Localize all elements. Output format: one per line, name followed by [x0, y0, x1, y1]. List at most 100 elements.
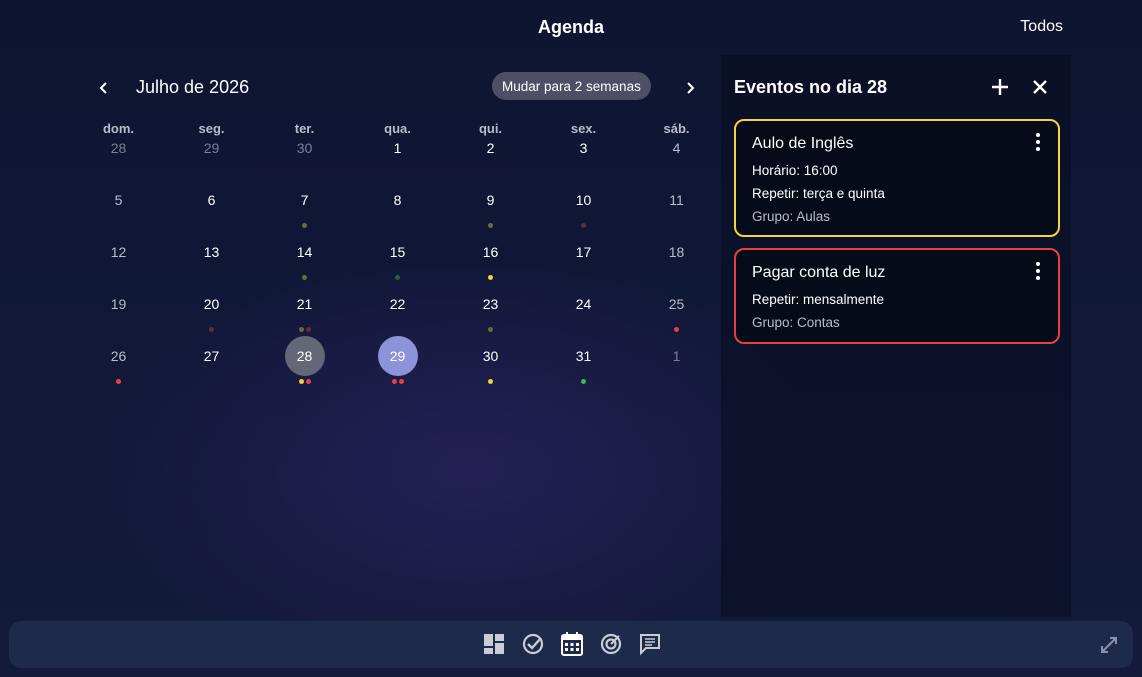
day-button[interactable]: 24 [537, 296, 630, 337]
event-detail: Repetir: mensalmente [752, 292, 885, 307]
day-button[interactable]: 19 [72, 296, 165, 337]
day-cell[interactable]: 28 [258, 336, 351, 401]
event-indicator [444, 223, 537, 228]
event-dot [488, 327, 493, 332]
event-dot [488, 275, 493, 280]
day-button[interactable]: 11 [630, 192, 723, 233]
event-dot [305, 379, 311, 384]
event-indicator [258, 379, 351, 384]
chevron-left-icon [99, 82, 107, 94]
day-number: 10 [575, 192, 592, 208]
day-number: 12 [110, 244, 127, 260]
event-detail: Horário: 16:00 [752, 163, 838, 178]
calendar-header: Julho de 2026 Mudar para 2 semanas [90, 70, 710, 104]
day-button[interactable]: 17 [537, 244, 630, 285]
chevron-right-icon [687, 82, 695, 94]
day-button[interactable]: 22 [351, 296, 444, 337]
day-button[interactable]: 1 [351, 140, 444, 181]
day-cell[interactable]: 26 [72, 348, 165, 401]
day-number: 27 [203, 348, 220, 364]
events-panel-title: Eventos no dia 28 [734, 77, 888, 97]
day-number: 3 [579, 140, 588, 156]
events-panel: Eventos no dia 28 Aulo de Inglês Horário… [721, 55, 1071, 617]
event-dot [581, 379, 586, 384]
day-button[interactable]: 27 [165, 348, 258, 389]
day-button[interactable]: 5 [72, 192, 165, 233]
day-number: 25 [668, 296, 685, 312]
day-button[interactable]: 28 [72, 140, 165, 181]
day-number: 1 [672, 348, 681, 364]
day-number: 4 [672, 140, 681, 156]
day-cell[interactable]: 31 [537, 348, 630, 401]
target-icon[interactable] [599, 632, 623, 656]
event-title: Pagar conta de luz [752, 264, 886, 281]
calendar-icon[interactable] [560, 632, 584, 656]
day-number: 21 [296, 296, 313, 312]
close-panel-button[interactable] [1027, 74, 1053, 100]
day-button[interactable]: 1 [630, 348, 723, 389]
previous-month-button[interactable] [90, 74, 118, 102]
day-button[interactable]: 13 [165, 244, 258, 285]
day-button[interactable]: 6 [165, 192, 258, 233]
day-cell[interactable]: 29 [351, 336, 444, 401]
day-button[interactable]: 18 [630, 244, 723, 285]
day-number: 15 [389, 244, 406, 260]
event-indicator [444, 379, 537, 384]
more-options-icon[interactable] [1030, 133, 1046, 153]
day-number: 2 [486, 140, 495, 156]
day-button[interactable]: 12 [72, 244, 165, 285]
add-event-button[interactable] [987, 74, 1013, 100]
day-button[interactable]: 4 [630, 140, 723, 181]
event-card[interactable]: Pagar conta de luz Repetir: mensalmente … [734, 248, 1060, 344]
day-button[interactable]: 3 [537, 140, 630, 181]
day-number: 17 [575, 244, 592, 260]
day-number: 30 [296, 140, 313, 156]
day-number: 22 [389, 296, 406, 312]
event-group: Grupo: Contas [752, 315, 840, 330]
event-dot [391, 379, 397, 384]
day-number: 8 [393, 192, 402, 208]
day-number: 14 [296, 244, 313, 260]
selected-day-number: 28 [284, 336, 325, 376]
event-dot [305, 327, 311, 332]
switch-view-button[interactable]: Mudar para 2 semanas [492, 72, 651, 100]
day-number: 24 [575, 296, 592, 312]
day-button[interactable]: 29 [165, 140, 258, 181]
event-dot [302, 275, 307, 280]
event-dot [298, 379, 304, 384]
day-button[interactable]: 8 [351, 192, 444, 233]
day-button[interactable]: 2 [444, 140, 537, 181]
check-circle-icon[interactable] [521, 632, 545, 656]
event-indicator [351, 379, 444, 384]
event-group: Grupo: Aulas [752, 209, 831, 224]
day-cell[interactable]: 1 [630, 348, 723, 401]
day-number: 5 [114, 192, 123, 208]
day-number: 1 [393, 140, 402, 156]
event-indicator [630, 327, 723, 332]
day-number: 28 [110, 140, 127, 156]
day-number: 9 [486, 192, 495, 208]
event-dot [116, 379, 121, 384]
day-cell[interactable]: 27 [165, 348, 258, 401]
day-number: 23 [482, 296, 499, 312]
calendar-weeks: 28 29 30 1 2 3 4 5 6 7 8 9 10 11 12 13 14 15 16 17 18 19 20 21 2… [72, 140, 723, 401]
day-number: 26 [110, 348, 127, 364]
event-dot [298, 327, 304, 332]
dashboard-icon[interactable] [482, 632, 506, 656]
calendar-grid: dom. seg. ter. qua. qui. sex. sáb. 28 29 3… [72, 121, 723, 401]
day-number: 16 [482, 244, 499, 260]
day-number: 18 [668, 244, 685, 260]
event-indicator [72, 379, 165, 384]
event-dot [302, 223, 307, 228]
next-month-button[interactable] [676, 74, 704, 102]
day-button[interactable]: 30 [258, 140, 351, 181]
todos-filter-button[interactable]: Todos [1020, 18, 1063, 36]
day-cell[interactable]: 30 [444, 348, 537, 401]
event-dot [674, 327, 679, 332]
expand-icon[interactable] [1099, 635, 1119, 655]
event-indicator [537, 223, 630, 228]
close-icon [1033, 80, 1047, 94]
more-options-icon[interactable] [1030, 262, 1046, 282]
event-card[interactable]: Aulo de Inglês Horário: 16:00 Repetir: t… [734, 119, 1060, 237]
chat-icon[interactable] [638, 632, 662, 656]
